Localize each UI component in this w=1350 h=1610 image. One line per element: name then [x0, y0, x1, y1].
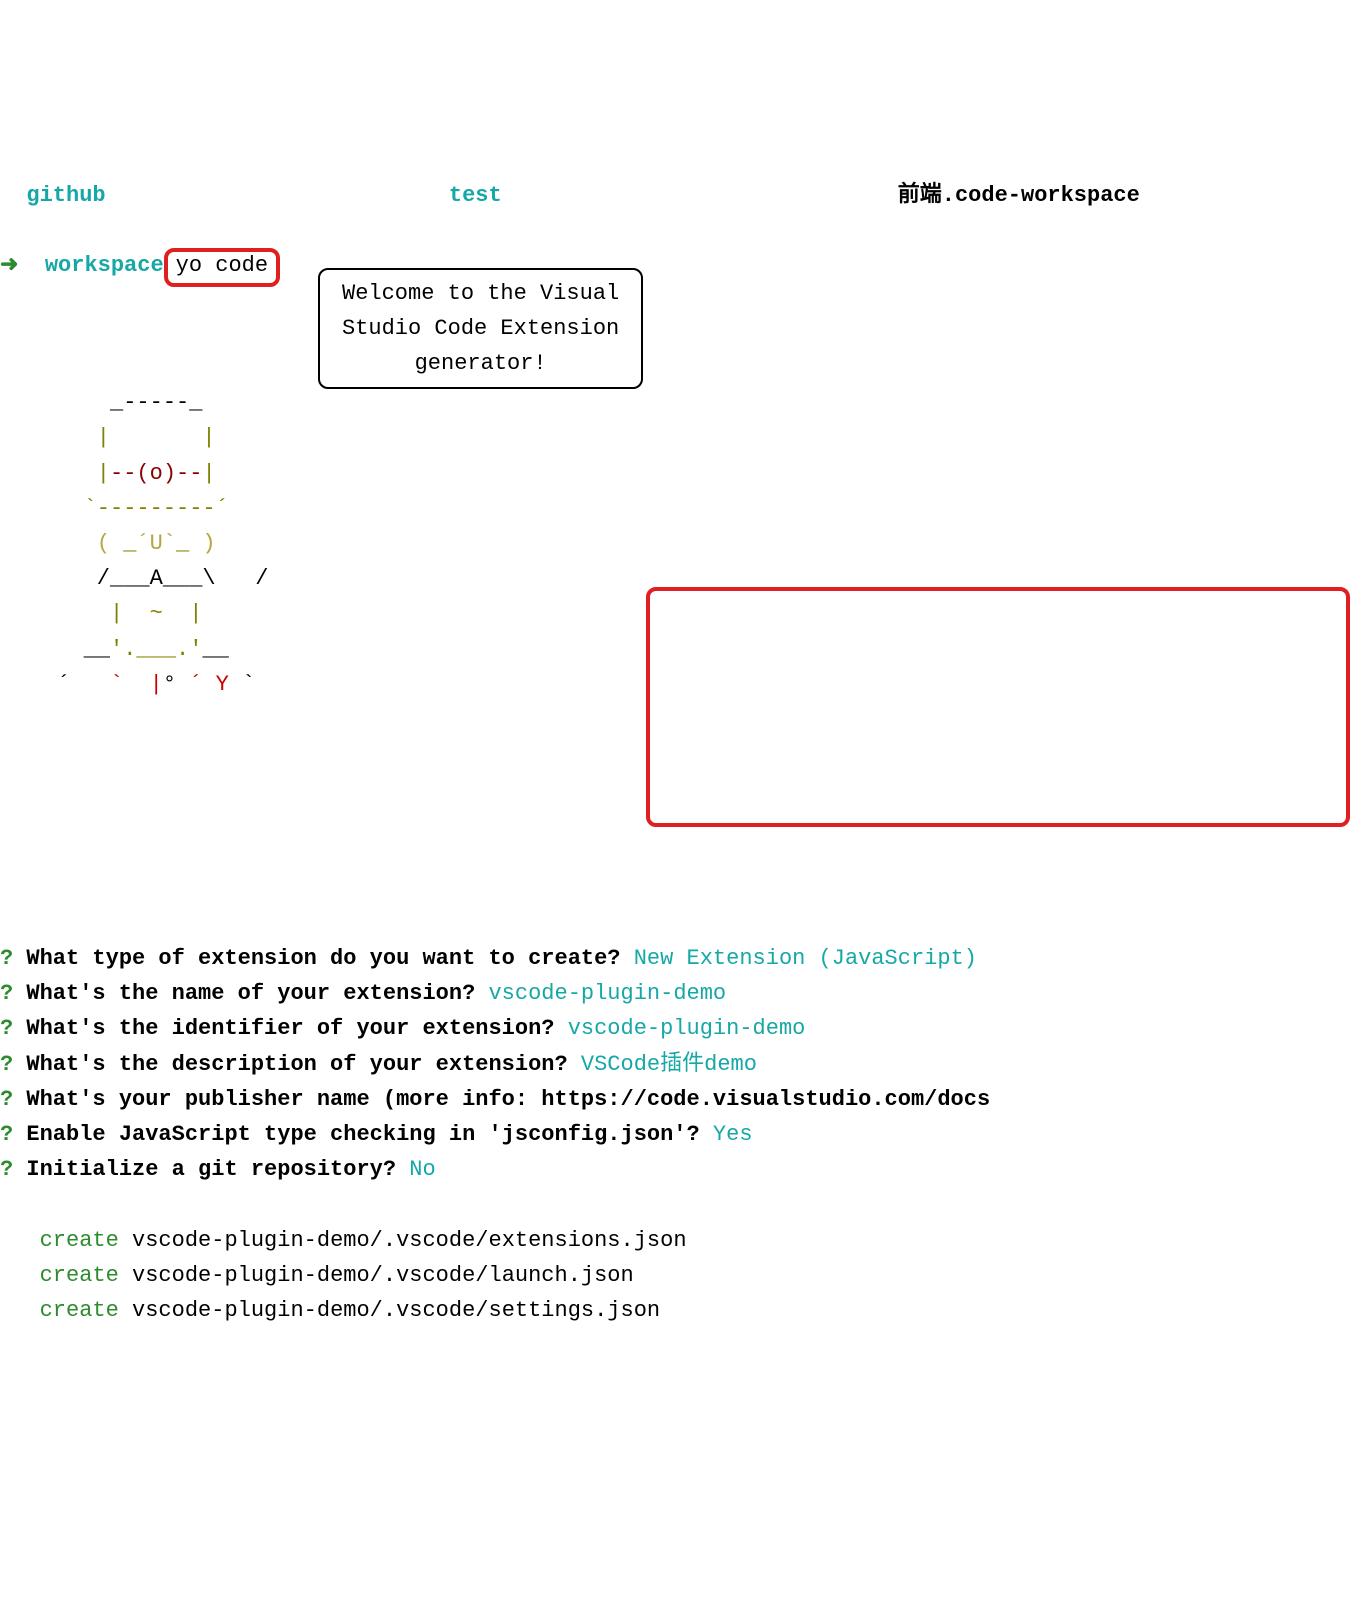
question-mark-icon: ? [0, 946, 13, 971]
prompt-question: What's the name of your extension? [13, 981, 488, 1006]
prompt-question: What's the description of your extension… [13, 1052, 581, 1077]
prompt-arrow: ➜ [0, 253, 45, 278]
question-mark-icon: ? [0, 1122, 13, 1147]
prompt-row[interactable]: ? Initialize a git repository? No [0, 1152, 1350, 1187]
prompt-answer: Yes [713, 1122, 753, 1147]
dir-test: test [449, 183, 502, 208]
create-verb: create [0, 1298, 119, 1323]
prompt-question: What type of extension do you want to cr… [13, 946, 634, 971]
prompt-row[interactable]: ? What type of extension do you want to … [0, 941, 1350, 976]
create-line: create vscode-plugin-demo/.vscode/launch… [0, 1258, 1350, 1293]
question-mark-icon: ? [0, 1087, 13, 1112]
prompt-question: What's the identifier of your extension? [13, 1016, 568, 1041]
prompt-row[interactable]: ? What's the name of your extension? vsc… [0, 976, 1350, 1011]
prompt-answer: No [409, 1157, 435, 1182]
create-line: create vscode-plugin-demo/.vscode/settin… [0, 1293, 1350, 1328]
create-verb: create [0, 1263, 119, 1288]
terminal-header-line: github test 前端.code-workspace [0, 178, 1350, 213]
prompt-answer: VSCode插件demo [581, 1052, 757, 1077]
create-verb: create [0, 1228, 119, 1253]
terminal-prompt-line[interactable]: ➜ workspace yo code [0, 248, 1350, 287]
dir-github: github [26, 183, 105, 208]
question-mark-icon: ? [0, 1016, 13, 1041]
prompt-answer: New Extension (JavaScript) [634, 946, 977, 971]
prompt-question: Initialize a git repository? [13, 1157, 409, 1182]
prompt-question: Enable JavaScript type checking in 'jsco… [13, 1122, 713, 1147]
prompt-answer: vscode-plugin-demo [568, 1016, 806, 1041]
question-mark-icon: ? [0, 1052, 13, 1077]
workspace-file: 前端.code-workspace [898, 183, 1140, 208]
create-path: vscode-plugin-demo/.vscode/launch.json [119, 1263, 634, 1288]
welcome-message-box: Welcome to the Visual Studio Code Extens… [318, 268, 643, 390]
prompt-answer: vscode-plugin-demo [488, 981, 726, 1006]
create-path: vscode-plugin-demo/.vscode/settings.json [119, 1298, 660, 1323]
create-line: create vscode-plugin-demo/.vscode/extens… [0, 1223, 1350, 1258]
prompt-folder: workspace [45, 253, 164, 278]
prompt-row[interactable]: ? Enable JavaScript type checking in 'js… [0, 1117, 1350, 1152]
prompt-row[interactable]: ? What's the identifier of your extensio… [0, 1011, 1350, 1046]
question-mark-icon: ? [0, 1157, 13, 1182]
create-path: vscode-plugin-demo/.vscode/extensions.js… [119, 1228, 687, 1253]
prompt-row[interactable]: ? What's the description of your extensi… [0, 1047, 1350, 1082]
yeoman-ascii-art: _-----_ | | |--(o)--| `---------´ ( _´U`… [44, 385, 1350, 702]
question-mark-icon: ? [0, 981, 13, 1006]
prompt-row[interactable]: ? What's your publisher name (more info:… [0, 1082, 1350, 1117]
command-highlight-box: yo code [164, 248, 280, 287]
prompt-question: What's your publisher name (more info: h… [13, 1087, 1003, 1112]
command-text: yo code [176, 253, 268, 278]
